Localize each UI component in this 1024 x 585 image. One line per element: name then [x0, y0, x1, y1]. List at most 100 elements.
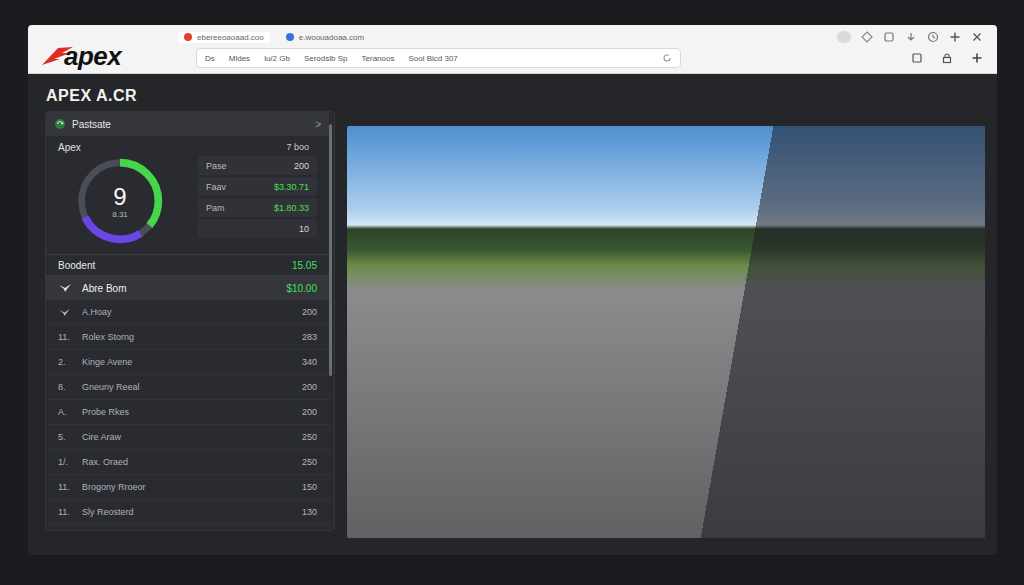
overview: Apex98.317 booPase200Faav$3.30.71Pam$1.8… [46, 136, 329, 254]
close-icon[interactable] [971, 31, 983, 43]
leaderboard-row[interactable]: A.Probe Rkes 200 [46, 400, 329, 425]
stats-panel: Pastsate>Apex98.317 booPase200Faav$3.30.… [45, 111, 335, 531]
sync-icon [54, 118, 66, 130]
page-title: APEX A.CR [46, 74, 985, 105]
row-name: Rolex Storng [82, 332, 134, 342]
address-row: Ds Mldes lu/2 Gb Serodslb Sp Teranoos Sool Bi… [178, 47, 997, 73]
logo-text: apex [64, 41, 121, 72]
summary-value: 15.05 [292, 260, 317, 271]
download-icon[interactable] [905, 31, 917, 43]
gauge-readout: 98.31 [72, 153, 168, 249]
leaderboard-row[interactable]: 8.Gneuny Reeal 200 [46, 375, 329, 400]
scrollbar[interactable] [329, 112, 332, 530]
panel-header[interactable]: Pastsate > [46, 112, 329, 136]
row-name: Probe Rkes [82, 407, 129, 417]
address-item[interactable]: Ds [205, 54, 215, 63]
stat-row: 10 [198, 219, 317, 238]
gauge-segment [82, 163, 159, 240]
row-name: Cire Araw [82, 432, 121, 442]
lock-icon[interactable] [941, 52, 953, 64]
stats-header: 7 boo [286, 142, 317, 152]
stat-label: Pam [206, 203, 225, 213]
leaderboard-row[interactable]: 11.Sly Reosterd 130 [46, 500, 329, 525]
rank: 8. [58, 382, 82, 392]
row-name: Gneuny Reeal [82, 382, 140, 392]
address-item[interactable]: Serodslb Sp [304, 54, 348, 63]
featured-value: $10.00 [286, 283, 317, 294]
featured-row[interactable]: Abre Bom$10.00 [46, 276, 329, 300]
browser-tab[interactable]: e.woouadoaa.com [280, 32, 370, 43]
bird-icon [58, 283, 72, 293]
stat-row: Faav $3.30.71 [198, 177, 317, 196]
address-item[interactable]: lu/2 Gb [264, 54, 290, 63]
leaderboard-row[interactable]: 5.Cire Araw250 [46, 425, 329, 450]
panel-header-title: Pastsate [72, 119, 111, 130]
stat-value: $3.30.71 [274, 182, 309, 192]
row-name: Rax. Oraed [82, 457, 128, 467]
extension-icon[interactable] [837, 31, 851, 43]
row-value: 250 [302, 432, 317, 442]
row-value: 200 [302, 307, 317, 317]
address-item[interactable]: Teranoos [362, 54, 395, 63]
row-value: 200 [302, 407, 317, 417]
gauge-value: 9 [113, 184, 126, 210]
leaderboard-row[interactable]: 2.Kinge Avene340 [46, 350, 329, 375]
diamond-icon[interactable] [861, 31, 873, 43]
rank [58, 308, 82, 317]
rank: 11. [58, 332, 82, 342]
square-icon[interactable] [911, 52, 923, 64]
summary-row: Boodent 15.05 [46, 254, 329, 276]
leaderboard-row[interactable]: A.Hoay 200 [46, 300, 329, 325]
chrome-main: ebereeoaoaad.coo e.woouadoaa.com Ds Mldes lu… [178, 25, 997, 73]
browser-toolbar: apex ebereeoaoaad.coo e.woouadoaa.com Ds Mld… [28, 25, 997, 74]
row-value: 130 [302, 507, 317, 517]
tab-row: ebereeoaoaad.coo e.woouadoaa.com [178, 25, 997, 47]
address-tools [697, 52, 983, 64]
refresh-icon[interactable] [662, 53, 672, 63]
stat-value: 200 [294, 161, 309, 171]
gauge: 98.31 [72, 153, 168, 249]
summary-label: Boodent [58, 260, 95, 271]
row-name: Sly Reosterd [82, 507, 134, 517]
address-bar[interactable]: Ds Mldes lu/2 Gb Serodslb Sp Teranoos Sool Bi… [196, 48, 681, 68]
row-name: A.Hoay [82, 307, 112, 317]
leaderboard-row[interactable]: 1/.Rax. Oraed250 [46, 450, 329, 475]
add-icon[interactable] [971, 52, 983, 64]
gauge-segment [82, 163, 159, 240]
panel-content: Pastsate>Apex98.317 booPase200Faav$3.30.… [46, 112, 329, 530]
row-value: 200 [302, 382, 317, 392]
stat-row: Pam $1.80.33 [198, 198, 317, 217]
leaderboard-row[interactable]: 11.Rolex Storng 283 [46, 325, 329, 350]
tab-label: e.woouadoaa.com [299, 33, 364, 42]
leaderboard-row[interactable]: 11.Brogony Rroeor150 [46, 475, 329, 500]
window-icon[interactable] [883, 31, 895, 43]
clock-icon[interactable] [927, 31, 939, 43]
stat-label: Faav [206, 182, 226, 192]
address-item[interactable]: Mldes [229, 54, 250, 63]
chevron-icon[interactable]: > [315, 119, 321, 130]
stat-value: $1.80.33 [274, 203, 309, 213]
stats-list: 7 boo Pase 200 Faav $3.30.71 Pam $1.80.33 10 [198, 142, 317, 254]
tab-label: ebereeoaoaad.coo [197, 33, 264, 42]
browser-window: apex ebereeoaoaad.coo e.woouadoaa.com Ds Mld… [28, 25, 997, 555]
rank: 2. [58, 357, 82, 367]
row-value: 340 [302, 357, 317, 367]
row-value: 250 [302, 457, 317, 467]
rank: 11. [58, 482, 82, 492]
rank: 11. [58, 507, 82, 517]
gauge-sub: 8.31 [112, 210, 128, 219]
browser-tab[interactable]: ebereeoaoaad.coo [178, 32, 270, 43]
rank: A. [58, 407, 82, 417]
row-name: Brogony Rroeor [82, 482, 146, 492]
bird-icon [58, 308, 71, 317]
logo[interactable]: apex [28, 25, 178, 73]
address-item[interactable]: Sool Bicd 307 [408, 54, 457, 63]
favicon-icon [286, 33, 294, 41]
plus-icon[interactable] [949, 31, 961, 43]
driver-video[interactable] [347, 126, 985, 538]
stat-label: Pase [206, 161, 227, 171]
scrollbar-thumb[interactable] [329, 124, 332, 376]
favicon-icon [184, 33, 192, 41]
screen: apex ebereeoaoaad.coo e.woouadoaa.com Ds Mld… [0, 0, 1024, 585]
row-value: 283 [302, 332, 317, 342]
